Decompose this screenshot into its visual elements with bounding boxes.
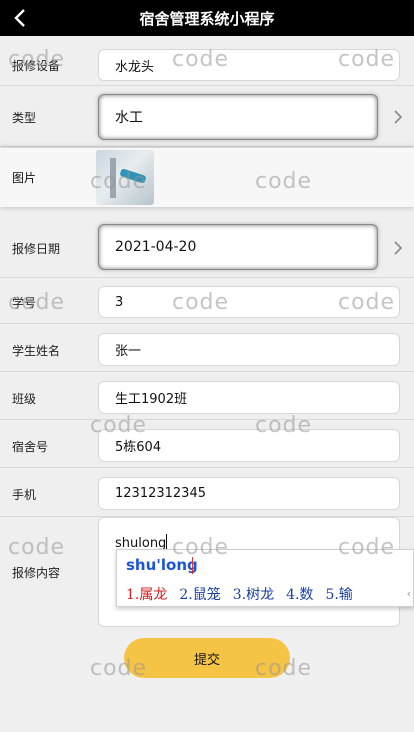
ime-candidate[interactable]: 3.树龙 — [233, 587, 274, 603]
image-label: 图片 — [12, 171, 37, 185]
type-picker[interactable]: 水工 — [98, 94, 378, 140]
dorm-input[interactable]: 5栋604 — [98, 429, 400, 462]
ime-candidate[interactable]: 2.鼠笼 — [179, 587, 220, 603]
class-input[interactable]: 生工1902班 — [98, 381, 400, 414]
chevron-left-icon[interactable]: ‹ — [407, 587, 411, 600]
content-label: 报修内容 — [12, 566, 61, 580]
row-image: 图片 — [0, 148, 414, 207]
row-student-id: 学号 3 — [0, 280, 414, 324]
equipment-input[interactable]: 水龙头 — [98, 49, 400, 81]
chevron-right-icon[interactable] — [392, 109, 404, 125]
student-id-input[interactable]: 3 — [98, 286, 400, 318]
ime-candidate[interactable]: 4.数 — [286, 587, 313, 603]
ime-candidate[interactable]: 5.输 — [325, 587, 352, 603]
class-label: 班级 — [12, 392, 37, 406]
row-class: 班级 生工1902班 — [0, 374, 414, 420]
student-id-label: 学号 — [12, 296, 37, 310]
row-type: 类型 水工 — [0, 87, 414, 147]
chevron-right-icon[interactable] — [392, 240, 404, 256]
ime-caret — [192, 557, 193, 574]
text-cursor — [166, 534, 167, 549]
repair-photo-thumbnail[interactable] — [96, 150, 154, 205]
student-name-input[interactable]: 张一 — [98, 333, 400, 366]
student-name-label: 学生姓名 — [12, 344, 61, 358]
ime-pinyin: shu'long — [126, 556, 198, 574]
submit-button[interactable]: 提交 — [124, 638, 290, 678]
ime-candidate-list: 1.属龙 2.鼠笼 3.树龙 4.数 5.输 — [126, 584, 365, 604]
ime-candidate-popup: shu'long 1.属龙 2.鼠笼 3.树龙 4.数 5.输 ‹ — [116, 549, 414, 607]
row-phone: 手机 12312312345 — [0, 470, 414, 517]
row-equipment: 报修设备 水龙头 — [0, 40, 414, 86]
date-label: 报修日期 — [12, 242, 61, 256]
row-student-name: 学生姓名 张一 — [0, 326, 414, 372]
type-label: 类型 — [12, 111, 37, 125]
dorm-label: 宿舍号 — [12, 440, 49, 454]
ime-candidate[interactable]: 1.属龙 — [126, 587, 167, 603]
date-picker[interactable]: 2021-04-20 — [98, 224, 378, 270]
page-title: 宿舍管理系统小程序 — [139, 10, 275, 28]
title-bar: 宿舍管理系统小程序 — [0, 0, 414, 36]
phone-label: 手机 — [12, 488, 37, 502]
row-dorm: 宿舍号 5栋604 — [0, 422, 414, 468]
row-date: 报修日期 2021-04-20 — [0, 216, 414, 278]
phone-input[interactable]: 12312312345 — [98, 477, 400, 510]
equipment-label: 报修设备 — [12, 59, 61, 73]
